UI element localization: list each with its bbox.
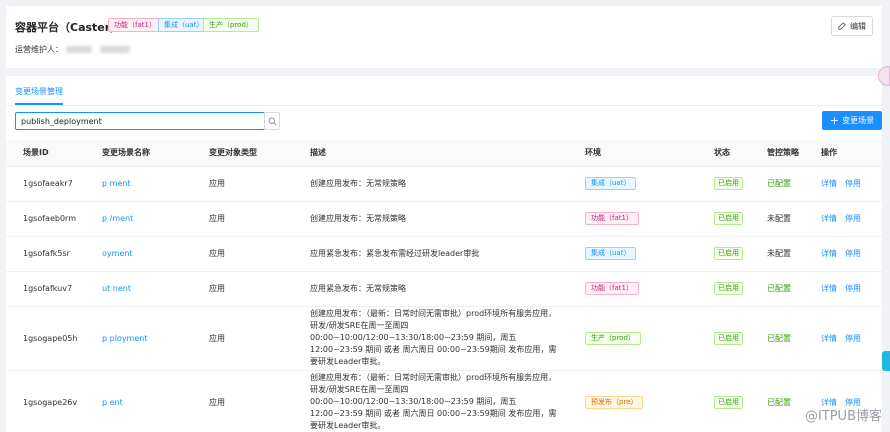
detail-link[interactable]: 详情	[821, 284, 837, 293]
table-row: 1gsofafkuv7 ut nent 应用 应用紧急发布：无常规策略 功能（f…	[6, 271, 882, 307]
detail-link[interactable]: 详情	[821, 179, 837, 188]
scenario-name-link[interactable]: oyment	[85, 236, 192, 272]
status-badge: 已启用	[714, 212, 743, 225]
table-row: 1gsofafk5sr oyment 应用 应用紧急发布：紧急发布需经过研发le…	[6, 236, 882, 272]
detail-link[interactable]: 详情	[821, 214, 837, 223]
scenario-id: 1gsogape05h	[6, 306, 85, 371]
description: 创建应用发布：（最新：日常时间无需审批）prod环境所有服务应用，研发/研发SR…	[293, 370, 568, 432]
description: 创建应用发布：（最新：日常时间无需审批）prod环境所有服务应用，研发/研发SR…	[293, 306, 568, 371]
column-header: 状态	[697, 140, 750, 167]
tab-change-scenario-management[interactable]: 变更场景管理	[15, 86, 63, 105]
column-header: 变更对象类型	[192, 140, 293, 167]
status-badge: 已启用	[714, 282, 743, 295]
scenario-name-link[interactable]: p /ment	[85, 201, 192, 237]
env-badge: 功能（fat1）	[585, 212, 639, 225]
policy-status: 已配置	[750, 370, 804, 432]
description: 应用紧急发布：紧急发布需经过研发leader审批	[293, 236, 568, 272]
object-type: 应用	[192, 370, 293, 432]
add-change-scenario-button[interactable]: + 变更场景	[822, 111, 882, 130]
status-badge: 已启用	[714, 247, 743, 260]
maintainer-info: 运营维护人：	[15, 44, 131, 55]
plus-icon: +	[829, 114, 840, 127]
scenario-id: 1gsofafkuv7	[6, 271, 85, 307]
page-title: 容器平台（Caster）	[15, 21, 122, 34]
detail-link[interactable]: 详情	[821, 334, 837, 343]
object-type: 应用	[192, 166, 293, 202]
disable-link[interactable]: 停用	[845, 334, 861, 343]
scenario-name-link[interactable]: p ent	[85, 370, 192, 432]
scenario-table: 场景ID 变更场景名称 变更对象类型 描述 环境 状态 管控策略 操作 1gso…	[6, 140, 882, 432]
description: 应用紧急发布：无常规策略	[293, 271, 568, 307]
edit-icon	[838, 22, 846, 30]
env-tag-prod: 生产（prod）	[203, 18, 259, 32]
env-badge: 功能（fat1）	[585, 282, 639, 295]
policy-status: 已配置	[750, 306, 804, 371]
detail-link[interactable]: 详情	[821, 249, 837, 258]
status-badge: 已启用	[714, 331, 743, 345]
env-badge: 生产（prod）	[585, 331, 641, 345]
scenario-id: 1gsofaeb0rm	[6, 201, 85, 237]
scenario-name-link[interactable]: ut nent	[85, 271, 192, 307]
policy-status: 已配置	[750, 166, 804, 202]
policy-status: 已配置	[750, 271, 804, 307]
column-header: 场景ID	[6, 140, 85, 167]
edit-button[interactable]: 编辑	[831, 16, 873, 36]
env-badge: 集成（uat）	[585, 247, 637, 260]
column-header: 变更场景名称	[85, 140, 192, 167]
object-type: 应用	[192, 201, 293, 237]
chat-side-button[interactable]	[882, 351, 890, 371]
search-icon	[268, 117, 276, 125]
table-row: 1gsofaeakr7 p ment 应用 创建应用发布：无常规策略 集成（ua…	[6, 166, 882, 202]
edit-label: 编辑	[850, 21, 866, 31]
scenario-name-link[interactable]: p ment	[85, 166, 192, 202]
env-tag-uat: 集成（uat）	[158, 18, 210, 32]
search-input[interactable]	[15, 112, 265, 130]
object-type: 应用	[192, 271, 293, 307]
policy-status: 未配置	[750, 201, 804, 237]
maintainer-label: 运营维护人：	[15, 45, 63, 54]
scenario-name-link[interactable]: p ployment	[85, 306, 192, 371]
status-badge: 已启用	[714, 177, 743, 190]
disable-link[interactable]: 停用	[845, 179, 861, 188]
main-panel: 变更场景管理 + 变更场景 场景ID 变更场景名称 变更对象类型 描述 环境 状…	[6, 76, 882, 432]
description: 创建应用发布：无常规策略	[293, 166, 568, 202]
disable-link[interactable]: 停用	[845, 249, 861, 258]
maintainer-redacted-2	[100, 46, 131, 53]
policy-status: 未配置	[750, 236, 804, 272]
table-row: 1gsofaeb0rm p /ment 应用 创建应用发布：无常规策略 功能（f…	[6, 201, 882, 237]
add-label: 变更场景	[842, 116, 875, 125]
tab-divider	[6, 105, 882, 106]
table-row: 1gsogape26v p ent 应用 创建应用发布：（最新：日常时间无需审批…	[6, 370, 882, 432]
disable-link[interactable]: 停用	[845, 214, 861, 223]
status-badge: 已启用	[714, 395, 743, 409]
env-badge: 集成（uat）	[585, 177, 637, 190]
column-header: 描述	[293, 140, 568, 167]
table-row: 1gsogape05h p ployment 应用 创建应用发布：（最新：日常时…	[6, 306, 882, 371]
scenario-id: 1gsogape26v	[6, 370, 85, 432]
column-header: 管控策略	[750, 140, 804, 167]
maintainer-redacted	[65, 46, 92, 53]
env-tag-fat1: 功能（fat1）	[108, 18, 162, 32]
search-button[interactable]	[264, 112, 280, 130]
object-type: 应用	[192, 306, 293, 371]
watermark: @ITPUB博客	[804, 409, 882, 424]
app-header: 容器平台（Caster） 功能（fat1） 集成（uat） 生产（prod） 运…	[6, 6, 882, 68]
scenario-id: 1gsofaeakr7	[6, 166, 85, 202]
disable-link[interactable]: 停用	[845, 284, 861, 293]
column-header: 操作	[804, 140, 882, 167]
column-header: 环境	[568, 140, 697, 167]
description: 创建应用发布：无常规策略	[293, 201, 568, 237]
scenario-id: 1gsofafk5sr	[6, 236, 85, 272]
env-badge: 预发布（pre）	[585, 395, 644, 409]
table-header-row: 场景ID 变更场景名称 变更对象类型 描述 环境 状态 管控策略 操作	[6, 140, 882, 167]
object-type: 应用	[192, 236, 293, 272]
